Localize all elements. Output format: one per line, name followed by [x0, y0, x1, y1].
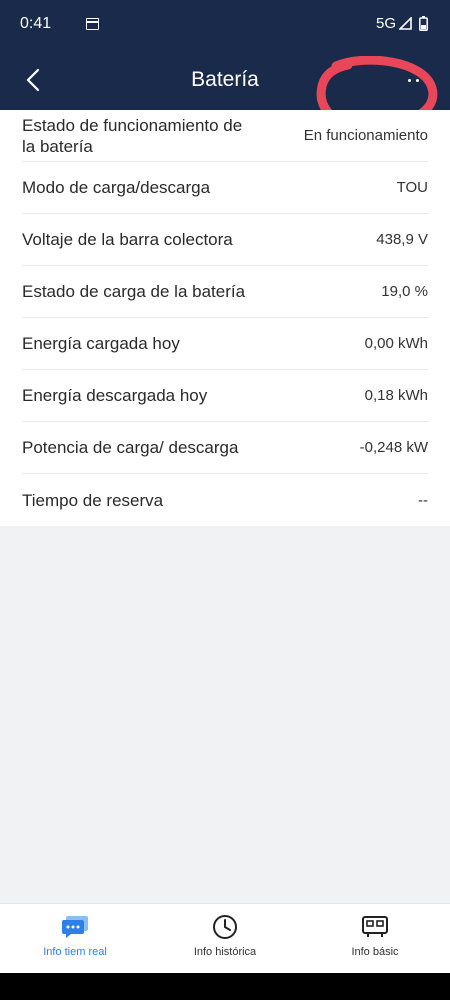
- battery-icon: [419, 16, 428, 31]
- row-value: En funcionamiento: [303, 127, 428, 144]
- row-label: Voltaje de la barra colectora: [22, 230, 233, 249]
- system-nav-bar: [0, 973, 450, 1000]
- row-value: 0,18 kWh: [364, 387, 428, 404]
- nav-tab-basic[interactable]: Info básic: [300, 904, 450, 973]
- row-value: 0,00 kWh: [364, 335, 428, 352]
- info-row-state-of-charge: Estado de carga de la batería 19,0 %: [22, 266, 428, 318]
- row-label: Modo de carga/descarga: [22, 178, 211, 197]
- row-value: 19,0 %: [381, 283, 428, 300]
- info-row-charge-power: Potencia de carga/ descarga -0,248 kW: [22, 422, 428, 474]
- more-options-button[interactable]: [316, 56, 438, 132]
- nav-tab-history[interactable]: Info histórica: [150, 904, 300, 973]
- row-label: Energía cargada hoy: [22, 334, 180, 353]
- info-row-charge-mode: Modo de carga/descarga TOU: [22, 162, 428, 214]
- nav-label: Info histórica: [193, 946, 257, 958]
- row-label: Energía descargada hoy: [22, 386, 208, 405]
- device-info-icon: [362, 914, 388, 940]
- signal-icon: [398, 16, 412, 30]
- realtime-info-icon: [61, 914, 89, 940]
- info-row-energy-discharged-today: Energía descargada hoy 0,18 kWh: [22, 370, 428, 422]
- nav-label: Info tiem real: [43, 946, 107, 958]
- info-row-energy-charged-today: Energía cargada hoy 0,00 kWh: [22, 318, 428, 370]
- row-label: Estado de carga de la batería: [22, 282, 246, 301]
- row-value: --: [418, 491, 428, 509]
- clock-icon: [212, 914, 238, 940]
- app-header: Batería: [0, 50, 450, 132]
- nav-tab-realtime[interactable]: Info tiem real: [0, 904, 150, 973]
- row-label: Potencia de carga/ descarga: [22, 438, 239, 457]
- info-row-operating-state: Estado de funcionamiento de la batería E…: [22, 110, 428, 162]
- status-bar: 0:41 5G: [0, 0, 450, 50]
- status-time: 0:41: [20, 15, 52, 32]
- network-label: 5G: [375, 15, 396, 32]
- row-label: Tiempo de reserva: [22, 490, 164, 510]
- row-value: 438,9 V: [376, 231, 428, 248]
- row-value: -0,248 kW: [359, 439, 428, 456]
- info-row-bus-voltage: Voltaje de la barra colectora 438,9 V: [22, 214, 428, 266]
- calendar-icon: [86, 18, 99, 30]
- bottom-nav: Info tiem real Info histórica Info básic: [0, 903, 450, 973]
- battery-info-list: Estado de funcionamiento de la batería E…: [0, 110, 450, 526]
- row-label: Estado de funcionamiento de la batería: [22, 115, 243, 156]
- network-indicator: 5G: [376, 15, 412, 32]
- info-row-backup-time: Tiempo de reserva --: [22, 474, 428, 526]
- nav-label: Info básic: [351, 946, 399, 958]
- row-value: TOU: [396, 179, 428, 196]
